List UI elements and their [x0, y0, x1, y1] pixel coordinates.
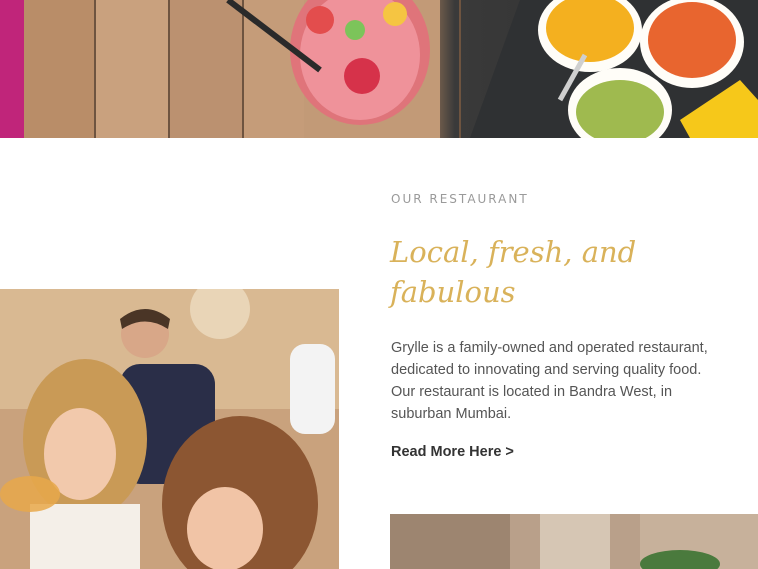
- read-more-link[interactable]: Read More Here >: [391, 444, 514, 460]
- diners-photo: [0, 289, 339, 569]
- section-body-text: Grylle is a family-owned and operated re…: [391, 340, 708, 422]
- section-headline: Local, fresh, and fabulous: [390, 235, 637, 309]
- restaurant-interior-photo: [390, 514, 758, 569]
- hero-image: [0, 0, 758, 138]
- section-eyebrow: OUR RESTAURANT: [391, 192, 529, 206]
